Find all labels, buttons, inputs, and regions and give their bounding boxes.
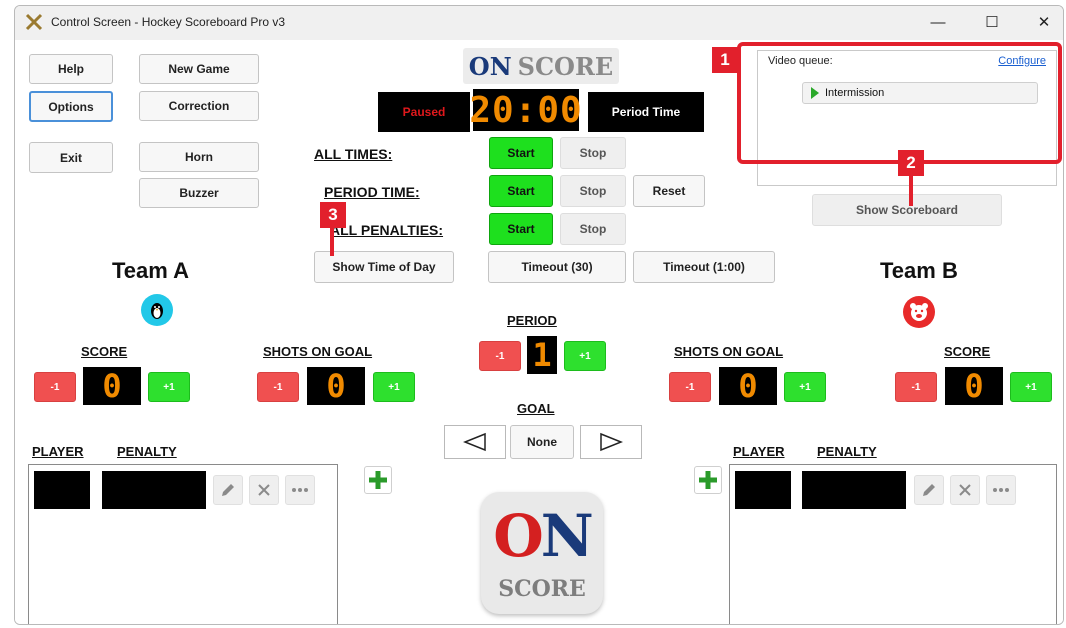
goal-right-arrow-button[interactable] xyxy=(580,425,642,459)
team-a-player-label: PLAYER xyxy=(32,444,84,459)
team-a-shots-label: SHOTS ON GOAL xyxy=(263,344,373,359)
delete-icon[interactable] xyxy=(950,475,980,505)
team-b-penalty-field[interactable] xyxy=(802,471,906,509)
team-a-penalty-list[interactable] xyxy=(28,464,338,624)
period-time-reset-button[interactable]: Reset xyxy=(633,175,705,207)
goal-none-button[interactable]: None xyxy=(510,425,574,459)
exit-button[interactable]: Exit xyxy=(29,142,113,173)
team-b-shots-minus-button[interactable]: -1 xyxy=(669,372,711,402)
onscore-logo: ON SCORE xyxy=(463,48,619,84)
large-logo-n: N xyxy=(540,502,594,570)
goal-left-arrow-button[interactable] xyxy=(444,425,506,459)
team-a-shots-plus-button[interactable]: +1 xyxy=(373,372,415,402)
maximize-button[interactable]: ☐ xyxy=(981,12,1003,34)
large-logo-o: O xyxy=(493,502,544,570)
show-time-of-day-button[interactable]: Show Time of Day xyxy=(314,251,454,283)
edit-icon[interactable] xyxy=(213,475,243,505)
help-button[interactable]: Help xyxy=(29,54,113,84)
period-display: 1 xyxy=(527,336,557,374)
timeout-30-button[interactable]: Timeout (30) xyxy=(488,251,626,283)
all-times-stop-button[interactable]: Stop xyxy=(560,137,626,169)
team-b-score-plus-button[interactable]: +1 xyxy=(1010,372,1052,402)
team-b-shots-label: SHOTS ON GOAL xyxy=(674,344,784,359)
all-times-label: ALL TIMES: xyxy=(314,146,393,162)
team-b-score-display: 0 xyxy=(945,367,1003,405)
more-icon[interactable] xyxy=(986,475,1016,505)
team-a-penalty-field[interactable] xyxy=(102,471,206,509)
team-a-player-field[interactable] xyxy=(34,471,90,509)
team-a-score-minus-button[interactable]: -1 xyxy=(34,372,76,402)
team-b-name: Team B xyxy=(880,258,958,283)
horn-button[interactable]: Horn xyxy=(139,142,259,172)
team-b-shots-plus-button[interactable]: +1 xyxy=(784,372,826,402)
goal-label: GOAL xyxy=(517,401,555,416)
logo-score-text: SCORE xyxy=(517,51,614,81)
callout-3-badge: 3 xyxy=(320,202,346,228)
timeout-100-button[interactable]: Timeout (1:00) xyxy=(633,251,775,283)
large-logo-on-text: ON xyxy=(481,502,603,570)
new-game-button[interactable]: New Game xyxy=(139,54,259,84)
team-b-penalty-list[interactable] xyxy=(729,464,1057,624)
all-penalties-start-button[interactable]: Start xyxy=(489,213,553,245)
team-b-player-label: PLAYER xyxy=(733,444,785,459)
team-a-add-penalty-button[interactable] xyxy=(364,466,392,494)
all-times-start-button[interactable]: Start xyxy=(489,137,553,169)
team-a-score-display: 0 xyxy=(83,367,141,405)
large-logo-score-text: SCORE xyxy=(498,576,586,602)
edit-icon[interactable] xyxy=(914,475,944,505)
team-a-score-label: SCORE xyxy=(81,344,128,359)
correction-button[interactable]: Correction xyxy=(139,91,259,121)
more-icon[interactable] xyxy=(285,475,315,505)
all-penalties-stop-button[interactable]: Stop xyxy=(560,213,626,245)
callout-2-badge: 2 xyxy=(898,150,924,176)
minimize-button[interactable]: — xyxy=(927,12,949,34)
control-panel: Help New Game Options Correction Exit Ho… xyxy=(15,40,1063,624)
onscore-large-logo: ON SCORE xyxy=(481,492,603,614)
team-b-player-field[interactable] xyxy=(735,471,791,509)
title-bar: Control Screen - Hockey Scoreboard Pro v… xyxy=(15,6,1063,40)
all-penalties-label: ALL PENALTIES: xyxy=(330,222,444,238)
clock-status: Paused xyxy=(378,92,470,132)
app-icon xyxy=(25,13,43,31)
team-b-score-minus-button[interactable]: -1 xyxy=(895,372,937,402)
period-time-stop-button[interactable]: Stop xyxy=(560,175,626,207)
team-a-shots-display: 0 xyxy=(307,367,365,405)
callout-1-badge: 1 xyxy=(712,47,738,73)
options-button[interactable]: Options xyxy=(29,91,113,122)
period-plus-button[interactable]: +1 xyxy=(564,341,606,371)
period-label: PERIOD xyxy=(507,313,557,328)
team-b-penalty-label: PENALTY xyxy=(817,444,877,459)
team-b-add-penalty-button[interactable] xyxy=(694,466,722,494)
team-a-penalty-label: PENALTY xyxy=(117,444,177,459)
close-button[interactable]: ✕ xyxy=(1033,12,1055,34)
team-a-score-plus-button[interactable]: +1 xyxy=(148,372,190,402)
period-clock-display: 20:00 xyxy=(469,89,583,131)
team-b-shots-display: 0 xyxy=(719,367,777,405)
penguin-icon xyxy=(141,294,173,326)
period-time-start-button[interactable]: Start xyxy=(489,175,553,207)
callout-1-frame xyxy=(737,42,1062,164)
logo-on-text: ON xyxy=(468,51,512,81)
callout-2-pointer xyxy=(909,176,913,206)
team-a-shots-minus-button[interactable]: -1 xyxy=(257,372,299,402)
period-time-label: PERIOD TIME: xyxy=(324,184,420,200)
delete-icon[interactable] xyxy=(249,475,279,505)
buzzer-button[interactable]: Buzzer xyxy=(139,178,259,208)
clock-mode: Period Time xyxy=(588,92,704,132)
team-b-score-label: SCORE xyxy=(944,344,991,359)
window-title: Control Screen - Hockey Scoreboard Pro v… xyxy=(51,15,286,29)
period-minus-button[interactable]: -1 xyxy=(479,341,521,371)
team-a-name: Team A xyxy=(112,258,190,283)
bear-icon xyxy=(903,296,935,328)
control-screen-window: Control Screen - Hockey Scoreboard Pro v… xyxy=(14,5,1064,625)
show-scoreboard-button[interactable]: Show Scoreboard xyxy=(812,194,1002,226)
callout-3-pointer xyxy=(330,228,334,256)
